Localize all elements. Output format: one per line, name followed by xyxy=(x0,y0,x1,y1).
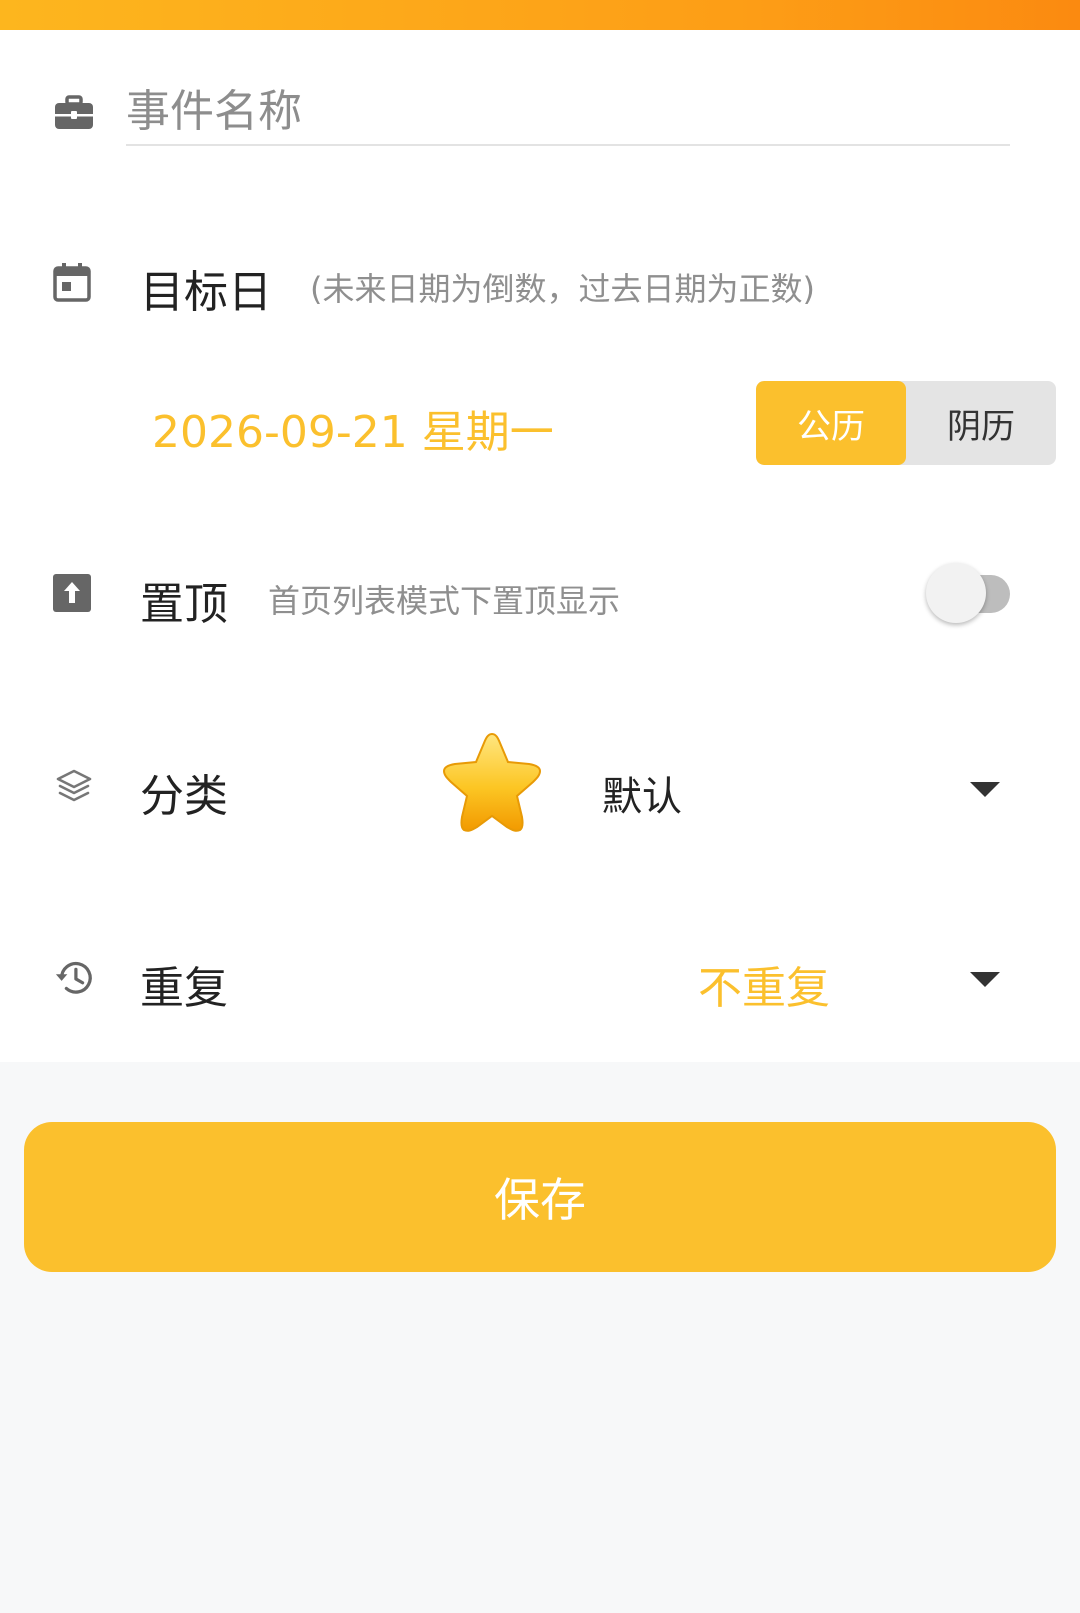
target-date-value[interactable]: 2026-09-21 星期一 xyxy=(152,396,554,460)
star-icon[interactable] xyxy=(436,730,548,836)
event-form xyxy=(0,30,1080,1062)
pin-top-label: 置顶 xyxy=(140,579,228,630)
category-dropdown-icon[interactable] xyxy=(970,782,1000,797)
category-value[interactable]: 默认 xyxy=(602,764,682,822)
briefcase-icon xyxy=(54,93,94,133)
pin-top-icon xyxy=(52,573,92,613)
history-icon xyxy=(54,958,94,998)
repeat-dropdown-icon[interactable] xyxy=(970,972,1000,987)
save-button[interactable]: 保存 xyxy=(24,1122,1056,1272)
pin-top-hint: 首页列表模式下置顶显示 xyxy=(268,582,621,620)
toggle-knob xyxy=(926,563,986,623)
event-name-input[interactable] xyxy=(126,78,1010,146)
target-date-label: 目标日 xyxy=(140,267,272,318)
header-bar xyxy=(0,0,1080,30)
layers-icon xyxy=(54,766,94,806)
repeat-value[interactable]: 不重复 xyxy=(698,952,830,1016)
category-label: 分类 xyxy=(140,771,228,822)
repeat-label: 重复 xyxy=(140,963,228,1014)
target-date-hint: (未来日期为倒数，过去日期为正数) xyxy=(310,270,815,308)
calendar-icon xyxy=(52,262,92,302)
pin-top-toggle[interactable] xyxy=(926,563,1022,623)
solar-calendar-button[interactable]: 公历 xyxy=(756,381,906,465)
lunar-calendar-button[interactable]: 阴历 xyxy=(906,381,1056,465)
calendar-type-switch: 公历 阴历 xyxy=(756,381,1056,465)
